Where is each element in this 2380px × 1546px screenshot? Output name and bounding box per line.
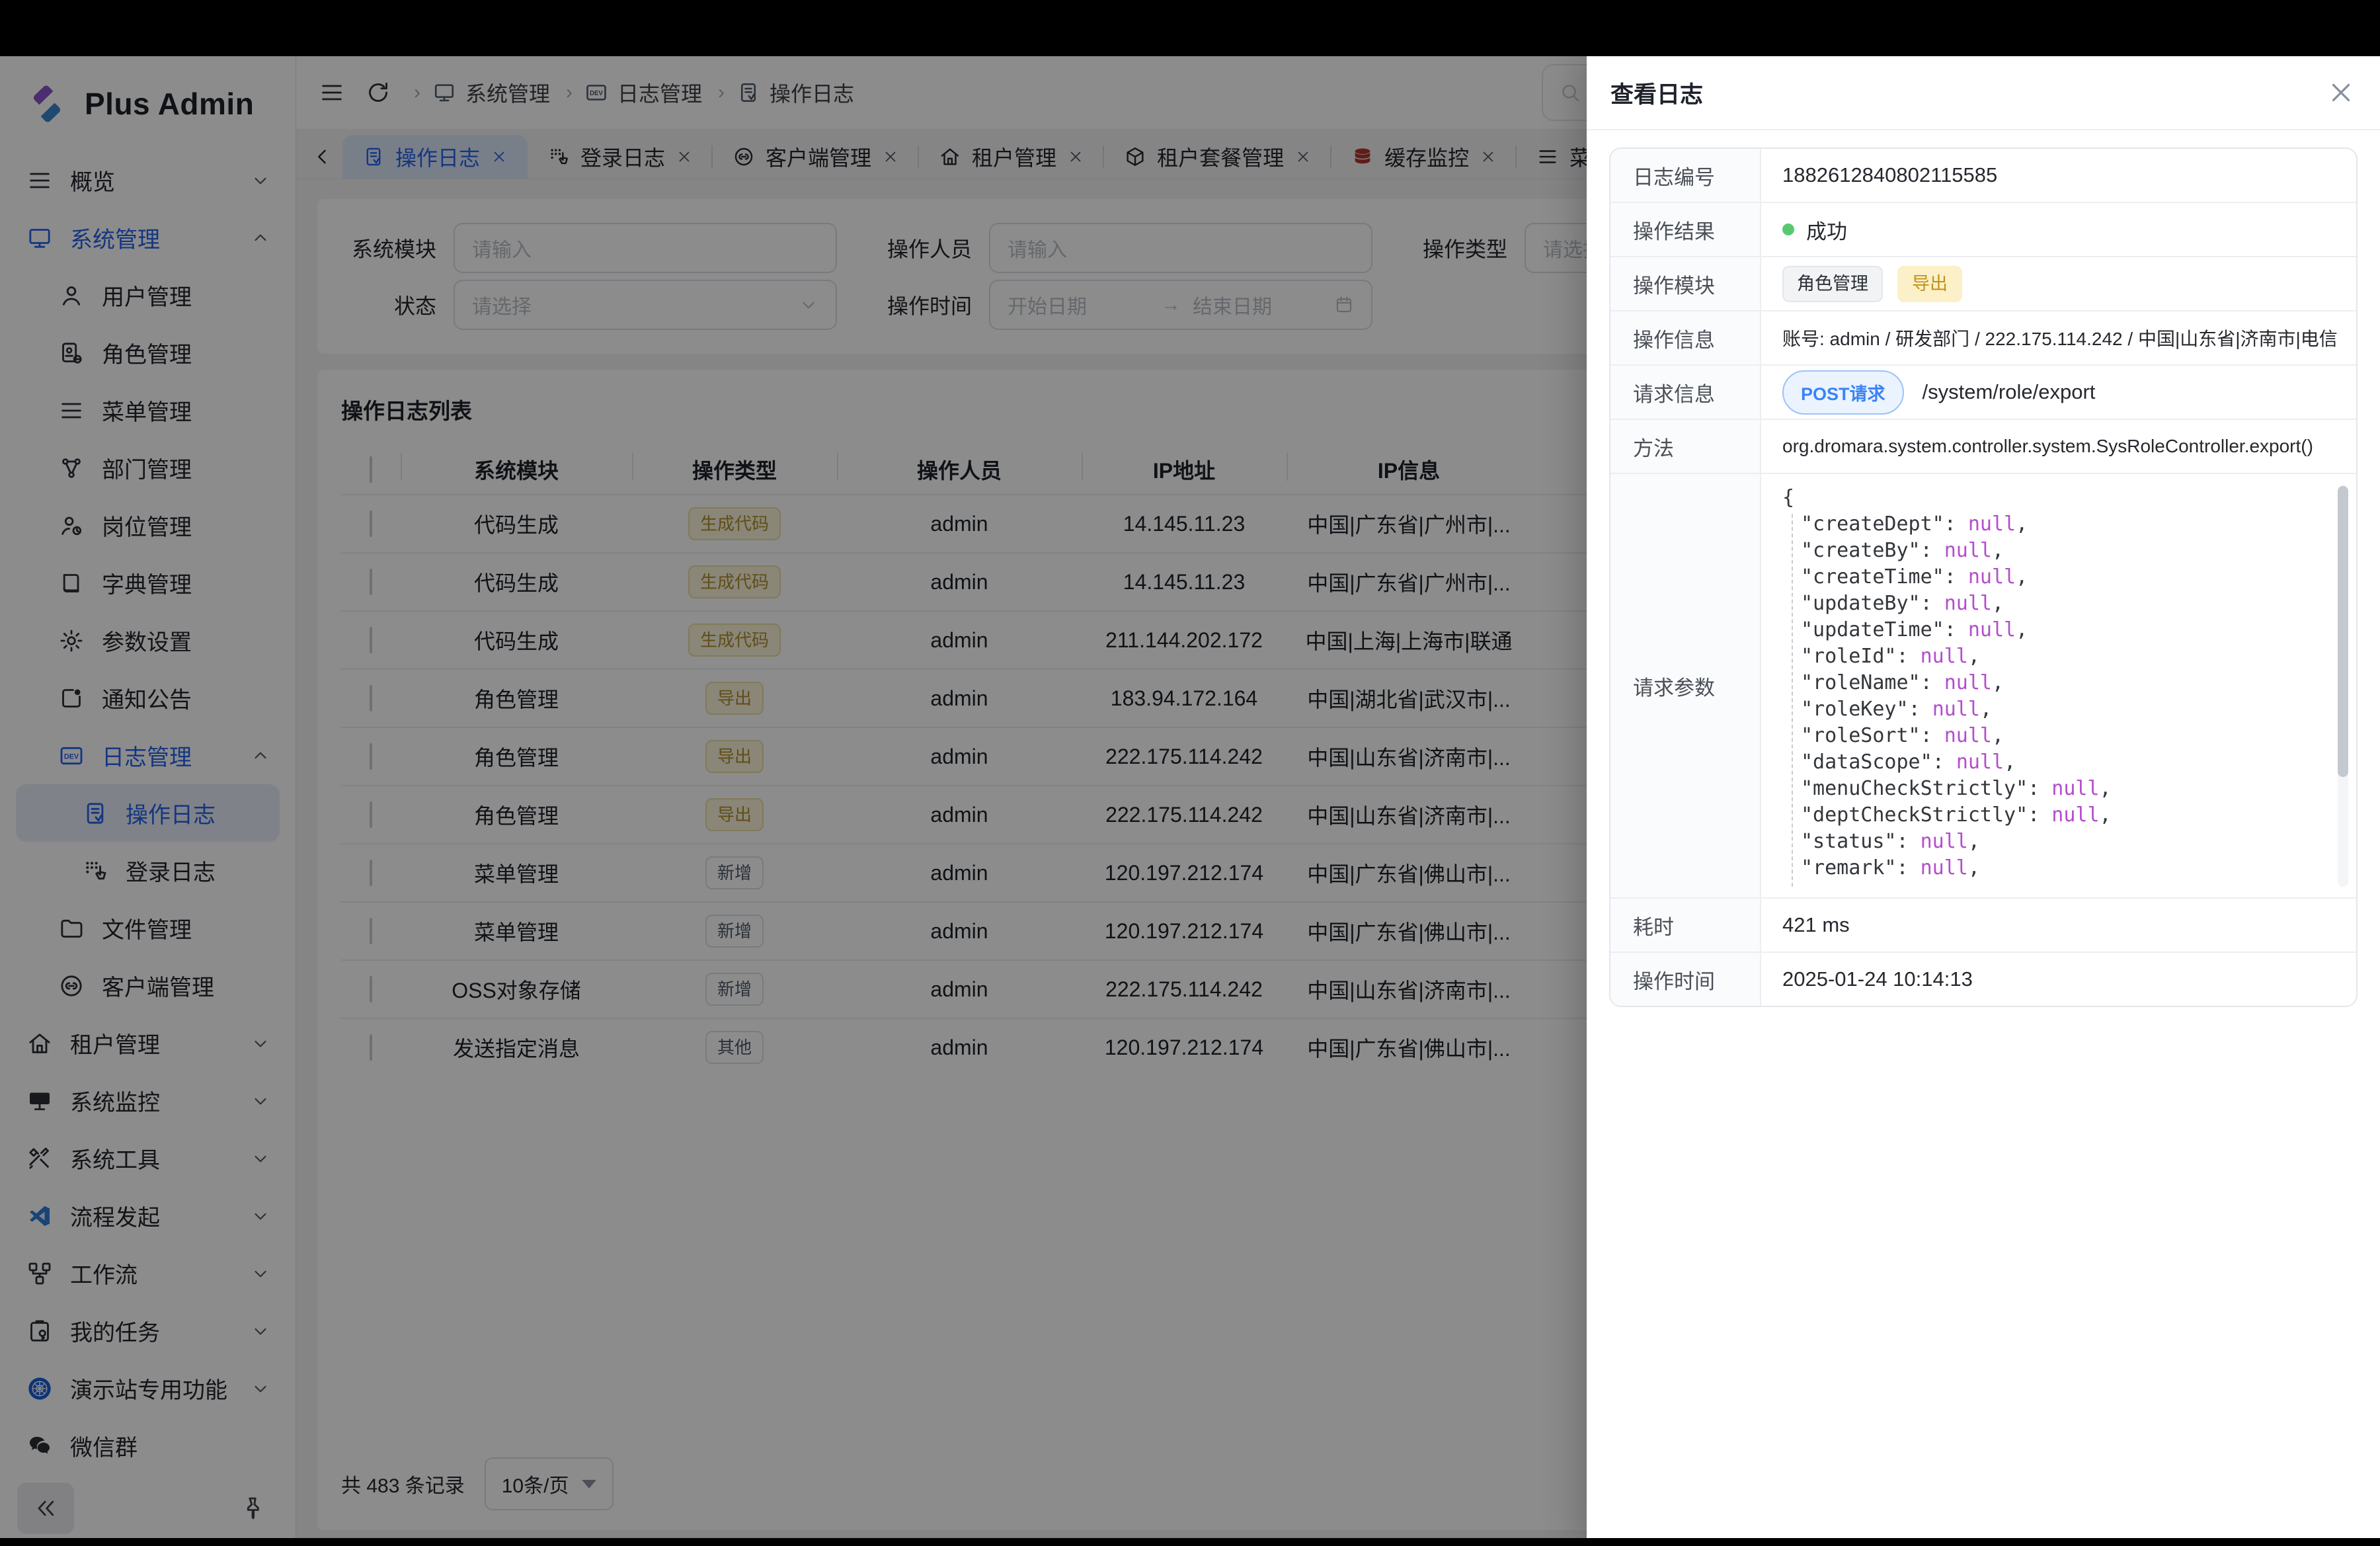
detail-row: 操作模块 角色管理 导出 [1610,256,2356,310]
drawer-header: 查看日志 [1587,56,2380,130]
detail-row: 操作信息 账号: admin / 研发部门 / 222.175.114.242 … [1610,310,2356,364]
detail-row: 操作时间 2025-01-24 10:14:13 [1610,952,2356,1006]
duration-value: 421 ms [1761,899,2356,952]
detail-row: 操作结果 成功 [1610,202,2356,256]
method-value: org.dromara.system.controller.system.Sys… [1761,420,2356,473]
detail-row: 耗时 421 ms [1610,897,2356,952]
request-url: /system/role/export [1923,380,2096,404]
code-line: { [1782,485,2338,511]
code-line: "roleKey": null, [1782,696,2338,723]
code-line: "updateBy": null, [1782,590,2338,617]
modal-overlay[interactable] [0,56,1587,1546]
log-id-value: 1882612840802115585 [1761,149,2356,202]
drawer-body: 日志编号 1882612840802115585 操作结果 成功 操作模块 角色… [1587,130,2380,1546]
close-drawer-button[interactable] [2326,77,2356,108]
app-window: Plus Admin 概览 系统管理 用户管理 [0,56,2380,1546]
detail-row: 日志编号 1882612840802115585 [1610,149,2356,202]
log-detail-table: 日志编号 1882612840802115585 操作结果 成功 操作模块 角色… [1609,147,2358,1007]
module-chip: 角色管理 [1782,266,1883,302]
operation-time-value: 2025-01-24 10:14:13 [1761,953,2356,1006]
result-value: 成功 [1806,215,1847,245]
code-line: "remark": null, [1782,855,2338,881]
drawer-title: 查看日志 [1610,76,1703,110]
action-chip: 导出 [1897,266,1962,302]
code-line: "roleSort": null, [1782,723,2338,749]
code-line: "deptCheckStrictly": null, [1782,802,2338,829]
code-line: "createTime": null, [1782,564,2338,590]
code-line: "roleName": null, [1782,670,2338,696]
detail-row: 请求信息 POST请求 /system/role/export [1610,364,2356,419]
code-line: "menuCheckStrictly": null, [1782,776,2338,802]
screen-bottom-edge [0,1538,2380,1546]
post-method-badge: POST请求 [1782,370,1904,415]
code-line: "createBy": null, [1782,538,2338,564]
view-log-drawer: 查看日志 日志编号 1882612840802115585 操作结果 成功 操作… [1587,56,2380,1546]
code-line: "roleId": null, [1782,643,2338,670]
detail-row: 请求参数 { "createDept": null, "createBy": n… [1610,473,2356,897]
indent-guide [1792,514,1793,887]
operation-info-value: 账号: admin / 研发部门 / 222.175.114.242 / 中国|… [1761,311,2356,364]
request-params-code: { "createDept": null, "createBy": null, … [1761,485,2338,887]
code-line: "dataScope": null, [1782,749,2338,776]
success-dot [1782,224,1794,235]
code-line: "createDept": null, [1782,511,2338,538]
detail-row: 方法 org.dromara.system.controller.system.… [1610,419,2356,473]
code-line: "updateTime": null, [1782,617,2338,643]
code-line: "status": null, [1782,829,2338,855]
scrollbar-thumb[interactable] [2338,486,2348,777]
